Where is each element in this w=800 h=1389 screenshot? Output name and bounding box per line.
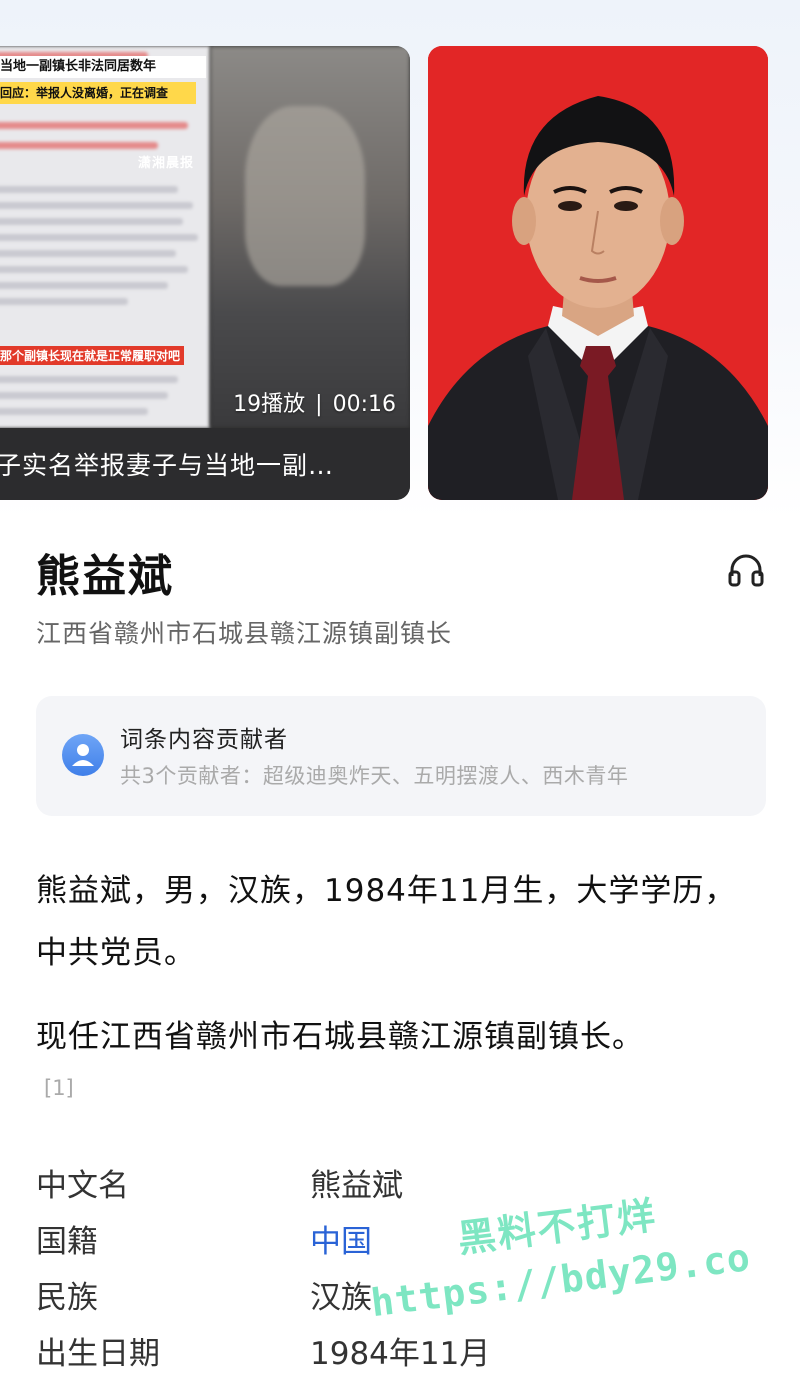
info-row: 国籍 中国 bbox=[36, 1216, 766, 1272]
video-thumbnail-right bbox=[210, 46, 410, 428]
video-card[interactable]: 当地一副镇长非法同居数年 回应：举报人没离婚，正在调查 那个副镇长现在就是正常履… bbox=[0, 46, 410, 500]
contributors-list: 共3个贡献者：超级迪奥炸天、五明摆渡人、西木青年 bbox=[120, 764, 629, 788]
video-duration: 00:16 bbox=[332, 392, 396, 417]
summary-paragraph-1: 熊益斌，男，汉族，1984年11月生，大学学历，中共党员。 bbox=[36, 873, 737, 971]
video-middle-caption: 那个副镇长现在就是正常履职对吧 bbox=[0, 346, 185, 365]
info-key: 民族 bbox=[36, 1280, 98, 1316]
info-key: 国籍 bbox=[36, 1224, 98, 1260]
video-logo: 潇湘晨报 bbox=[138, 156, 195, 171]
contributor-avatar-icon bbox=[62, 734, 104, 776]
video-headline-1: 当地一副镇长非法同居数年 bbox=[0, 56, 206, 78]
video-caption[interactable]: 子实名举报妻子与当地一副… bbox=[0, 446, 334, 482]
portrait-image bbox=[428, 46, 768, 500]
info-value: 1984年11月 bbox=[310, 1336, 491, 1372]
entry-name: 熊益斌 bbox=[36, 551, 174, 602]
portrait-photo[interactable] bbox=[428, 46, 768, 500]
play-count: 19播放 bbox=[233, 392, 306, 417]
contributors-title: 词条内容贡献者 bbox=[120, 727, 288, 753]
info-key: 中文名 bbox=[36, 1168, 129, 1204]
media-carousel[interactable]: 当地一副镇长非法同居数年 回应：举报人没离婚，正在调查 那个副镇长现在就是正常履… bbox=[0, 46, 800, 502]
info-row: 出生日期 1984年11月 bbox=[36, 1328, 766, 1384]
info-value: 汉族 bbox=[310, 1280, 372, 1316]
video-stats: 19播放 | 00:16 bbox=[233, 386, 396, 418]
info-row: 民族 汉族 bbox=[36, 1272, 766, 1328]
reference-link[interactable]: [1] bbox=[44, 1076, 74, 1100]
info-row: 中文名 熊益斌 bbox=[36, 1160, 766, 1216]
headphones-icon[interactable] bbox=[726, 550, 766, 590]
info-value: 熊益斌 bbox=[310, 1168, 403, 1204]
video-caption-bar: 子实名举报妻子与当地一副… bbox=[0, 428, 410, 500]
entry-title-row: 熊益斌 bbox=[36, 540, 766, 610]
summary-paragraph-2: 现任江西省赣州市石城县赣江源镇副镇长。 bbox=[36, 1019, 644, 1055]
info-key: 出生日期 bbox=[36, 1336, 160, 1372]
contributors-card[interactable]: 词条内容贡献者 共3个贡献者：超级迪奥炸天、五明摆渡人、西木青年 bbox=[36, 696, 766, 816]
entry-subtitle: 江西省赣州市石城县赣江源镇副镇长 bbox=[36, 619, 453, 648]
video-headline-2: 回应：举报人没离婚，正在调查 bbox=[0, 82, 196, 104]
stats-separator: | bbox=[315, 392, 323, 417]
info-value-link[interactable]: 中国 bbox=[310, 1216, 372, 1261]
